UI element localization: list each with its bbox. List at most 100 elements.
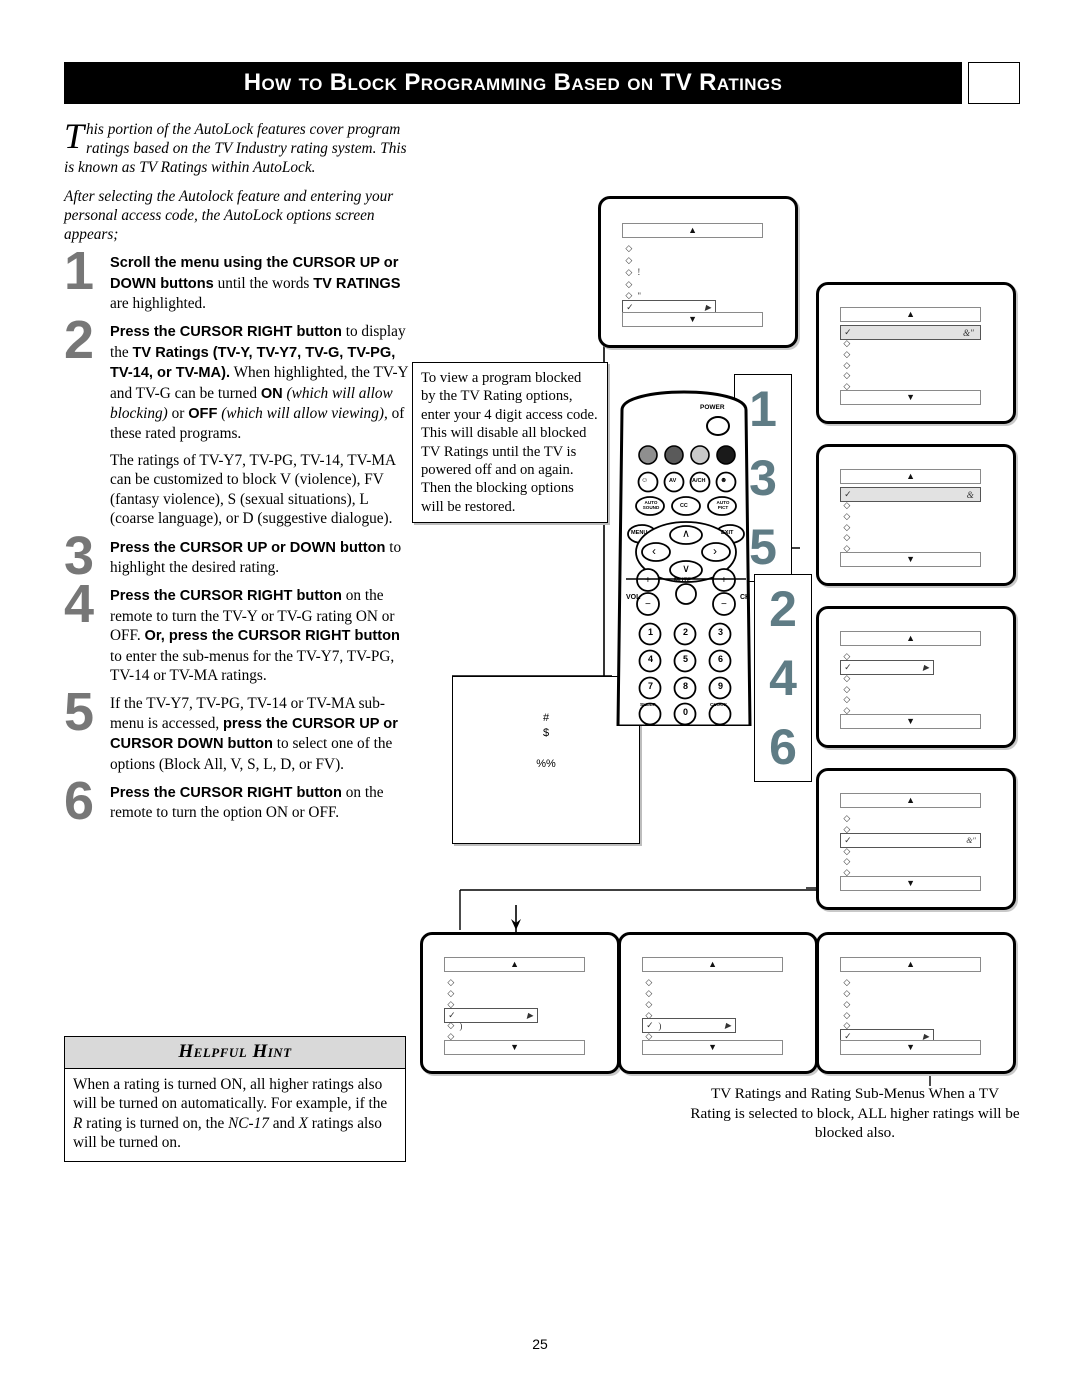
text-run: Or, press the CURSOR RIGHT button	[144, 628, 400, 645]
ch-minus-label: −	[721, 599, 727, 610]
tv-screen-inner: ▲ ◇ ◇ ◇ ◇ ✓) ▶ ◇ ▼	[628, 942, 808, 1064]
tv-submenu-b: ▲ ◇ ◇ ◇ ◇ ✓) ▶ ◇ ▼	[618, 932, 818, 1074]
menu-scroll-down-bar[interactable]: ▼	[840, 1040, 981, 1055]
instructions-column: This portion of the AutoLock features co…	[64, 116, 412, 832]
symbol-line-2: $	[542, 727, 550, 739]
text-run: NC-17	[228, 1114, 269, 1132]
badge-4: 4	[769, 649, 797, 706]
remote-auto-picture-label: AUTO PICT	[716, 500, 730, 511]
scroll-up-icon: ▲	[708, 959, 718, 969]
remote-power-label: POWER	[700, 404, 725, 411]
remote-clock-label: CLOCK	[710, 703, 728, 708]
menu-scroll-up-bar[interactable]: ▲	[444, 957, 585, 972]
remote-sleep-label: SLEEP	[640, 703, 656, 708]
tv-screen-inner: ▲ ◇ ◇ ◇ ✓ ▶ ◇) ◇ ▼	[430, 942, 610, 1064]
cursor-down-icon: ∨	[682, 563, 691, 575]
keypad-key-3[interactable]: 3	[716, 627, 725, 637]
tv-autolock-options: ▲ ◇ ◇ ◇! ◇ ◇ " ✓ ▶ ▼	[598, 196, 798, 348]
keypad-key-4[interactable]: 4	[646, 654, 655, 664]
text-run: (which will allow viewing)	[217, 405, 384, 423]
text-run: Press the CURSOR RIGHT button	[110, 588, 342, 605]
text-run: Press the CURSOR UP or DOWN button	[110, 539, 386, 556]
text-run: are highlighted.	[110, 295, 207, 313]
scroll-up-icon: ▲	[906, 795, 916, 805]
step-number-5: 5	[64, 682, 94, 743]
menu-scroll-up-bar[interactable]: ▲	[840, 957, 981, 972]
keypad-key-8[interactable]: 8	[681, 681, 690, 691]
vol-plus-label: +	[645, 575, 651, 586]
scroll-up-icon: ▲	[510, 959, 520, 969]
drop-cap: T	[64, 116, 85, 156]
menu-scroll-up-bar[interactable]: ▲	[642, 957, 783, 972]
scroll-down-icon: ▼	[906, 392, 916, 402]
badge-2: 2	[769, 581, 797, 638]
menu-scroll-down-bar[interactable]: ▼	[840, 876, 981, 891]
cursor-left-icon: ‹	[652, 544, 656, 558]
cursor-right-icon: ›	[713, 544, 717, 558]
menu-scroll-down-bar[interactable]: ▼	[840, 390, 981, 405]
keypad-key-6[interactable]: 6	[716, 654, 725, 664]
menu-scroll-up-bar[interactable]: ▲	[840, 793, 981, 808]
menu-scroll-down-bar[interactable]: ▼	[840, 714, 981, 729]
menu-scroll-up-bar[interactable]: ▲	[622, 223, 763, 238]
menu-scroll-down-bar[interactable]: ▼	[622, 312, 763, 327]
tv-rating-4: ▲ ◇ ◇ ✓ &" ◇ ◇ ◇ ▼	[816, 768, 1016, 910]
tv-screen-inner: ▲ ◇ ◇ ✓ &" ◇ ◇ ◇ ▼	[826, 778, 1006, 900]
keypad-key-0[interactable]: 0	[681, 707, 690, 717]
text-run: to enter the sub-menus for the TV-Y7, TV…	[110, 647, 395, 684]
remote-round-label-4: ☻	[720, 477, 728, 484]
step-number-6: 6	[64, 770, 94, 831]
scroll-down-icon: ▼	[688, 314, 698, 324]
text-run: and	[268, 1114, 299, 1132]
scroll-down-icon: ▼	[906, 1042, 916, 1052]
text-run: or	[167, 405, 189, 423]
tv-rating-2: ▲ ✓ & ◇ ◇ ◇ ◇ ◇ ▼	[816, 444, 1016, 586]
tv-screen-inner: ▲ ✓ &" ◇ ◇ ◇ ◇ ◇ ▼	[826, 292, 1006, 414]
tv-screen-inner: ▲ ◇ ◇ ◇ ◇ ◇ ✓ ▶ ▼	[826, 942, 1006, 1064]
text-run: R	[73, 1114, 83, 1132]
tv-submenu-a: ▲ ◇ ◇ ◇ ✓ ▶ ◇) ◇ ▼	[420, 932, 620, 1074]
scroll-up-icon: ▲	[906, 633, 916, 643]
keypad-key-9[interactable]: 9	[716, 681, 725, 691]
menu-scroll-down-bar[interactable]: ▼	[642, 1040, 783, 1055]
menu-scroll-up-bar[interactable]: ▲	[840, 631, 981, 646]
scroll-down-icon: ▼	[510, 1042, 520, 1052]
remote-round-label-2: AV	[669, 478, 677, 484]
text-run: The ratings of TV-Y7, TV-PG, TV-14, TV-M…	[110, 451, 396, 528]
badge-6: 6	[769, 718, 797, 775]
scroll-down-icon: ▼	[906, 878, 916, 888]
step-6: 6 Press the CURSOR RIGHT button on the re…	[64, 774, 412, 828]
symbol-line-3: %%	[536, 758, 556, 770]
remote-ch-label: CH	[740, 594, 751, 601]
remote-round-label-1: ☺	[641, 477, 649, 484]
tv-rating-3: ▲ ◇ ✓ ▶ ◇ ◇ ◇ ◇ ▼	[816, 606, 1016, 748]
tv-screen-inner: ▲ ✓ & ◇ ◇ ◇ ◇ ◇ ▼	[826, 454, 1006, 576]
tv-rating-1: ▲ ✓ &" ◇ ◇ ◇ ◇ ◇ ▼	[816, 282, 1016, 424]
text-run: Press the CURSOR RIGHT button	[110, 324, 342, 341]
step-number-4: 4	[64, 574, 94, 635]
intro-paragraph-2: After selecting the Autolock feature and…	[64, 187, 394, 244]
numbered-steps-list: 1 Scroll the menu using the CURSOR UP or …	[64, 244, 412, 828]
header-corner-tab	[968, 62, 1020, 104]
step-5: 5 If the TV-Y7, TV-PG, TV-14 or TV-MA sub…	[64, 685, 412, 774]
menu-scroll-down-bar[interactable]: ▼	[444, 1040, 585, 1055]
keypad-key-2[interactable]: 2	[681, 627, 690, 637]
menu-scroll-up-bar[interactable]: ▲	[840, 469, 981, 484]
step-3-paragraph-1: Press the CURSOR UP or DOWN button to hi…	[110, 538, 412, 578]
step-1-paragraph-1: Scroll the menu using the CURSOR UP or D…	[110, 253, 412, 313]
scroll-up-icon: ▲	[688, 225, 698, 235]
vol-minus-label: −	[645, 599, 651, 610]
keypad-key-5[interactable]: 5	[681, 654, 690, 664]
keypad-key-1[interactable]: 1	[646, 627, 655, 637]
page-number: 25	[532, 1336, 548, 1352]
menu-scroll-up-bar[interactable]: ▲	[840, 307, 981, 322]
keypad-key-7[interactable]: 7	[646, 681, 655, 691]
text-run: TV RATINGS	[313, 275, 401, 292]
row-value: ▶	[704, 303, 711, 313]
helpful-hint-body: When a rating is turned ON, all higher r…	[65, 1069, 405, 1161]
page-header-banner: How to Block Programming Based on TV Rat…	[64, 62, 962, 104]
text-run: ON	[260, 385, 283, 402]
menu-scroll-down-bar[interactable]: ▼	[840, 552, 981, 567]
step-number-2: 2	[64, 310, 94, 371]
scroll-down-icon: ▼	[906, 554, 916, 564]
